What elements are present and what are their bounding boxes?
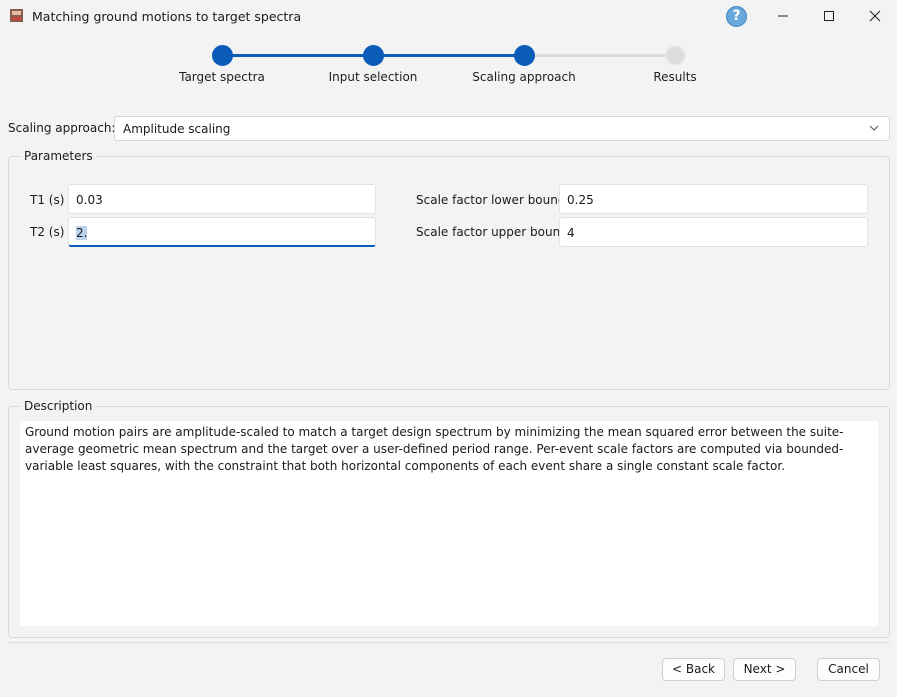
back-button[interactable]: < Back (662, 658, 725, 681)
step-label-results: Results (653, 70, 697, 84)
cancel-button[interactable]: Cancel (817, 658, 880, 681)
scaling-approach-dropdown[interactable]: Amplitude scaling (114, 116, 890, 141)
maximize-button[interactable] (806, 0, 852, 32)
t2-input[interactable]: 2. (68, 217, 376, 247)
wizard-stepper: Target spectra Input selection Scaling a… (0, 40, 897, 90)
description-box[interactable]: Ground motion pairs are amplitude-scaled… (20, 421, 878, 626)
scaling-approach-value: Amplitude scaling (123, 122, 231, 136)
step-connector (373, 54, 524, 57)
step-label-input-selection: Input selection (328, 70, 418, 84)
t2-value: 2. (76, 226, 88, 240)
window-title: Matching ground motions to target spectr… (32, 9, 302, 24)
parameters-group: Parameters T1 (s) 0.03 T2 (s) 2. Scale f… (8, 149, 890, 390)
parameters-title: Parameters (20, 149, 97, 163)
t1-input[interactable]: 0.03 (68, 184, 376, 214)
maximize-icon (824, 11, 834, 21)
description-text: Ground motion pairs are amplitude-scaled… (25, 425, 844, 473)
step-dot-target-spectra (212, 45, 233, 66)
scale-factor-upper-input[interactable]: 4 (559, 217, 868, 247)
scale-factor-upper-label: Scale factor upper bound (416, 225, 568, 239)
minimize-button[interactable] (760, 0, 806, 32)
help-icon[interactable]: ? (726, 6, 747, 27)
step-connector (222, 54, 373, 57)
t1-label: T1 (s) (30, 193, 65, 207)
chevron-down-icon (869, 125, 879, 131)
step-label-scaling-approach: Scaling approach (472, 70, 576, 84)
step-connector (524, 54, 675, 57)
description-title: Description (20, 399, 97, 413)
t2-label: T2 (s) (30, 225, 65, 239)
scale-factor-lower-label: Scale factor lower bound (416, 193, 566, 207)
step-dot-results (665, 45, 686, 66)
t1-value: 0.03 (76, 193, 103, 207)
minimize-icon (778, 15, 788, 17)
close-button[interactable] (852, 0, 897, 32)
step-dot-input-selection (363, 45, 384, 66)
scaling-approach-label: Scaling approach: (8, 121, 116, 135)
title-bar: Matching ground motions to target spectr… (0, 0, 897, 34)
close-icon (869, 10, 881, 22)
step-dot-scaling-approach (514, 45, 535, 66)
scale-factor-lower-input[interactable]: 0.25 (559, 184, 868, 214)
description-group: Description Ground motion pairs are ampl… (8, 399, 890, 638)
footer-divider (8, 642, 890, 643)
step-label-target-spectra: Target spectra (179, 70, 265, 84)
app-icon (10, 9, 23, 22)
next-button[interactable]: Next > (733, 658, 796, 681)
scale-factor-lower-value: 0.25 (567, 193, 594, 207)
scale-factor-upper-value: 4 (567, 226, 575, 240)
